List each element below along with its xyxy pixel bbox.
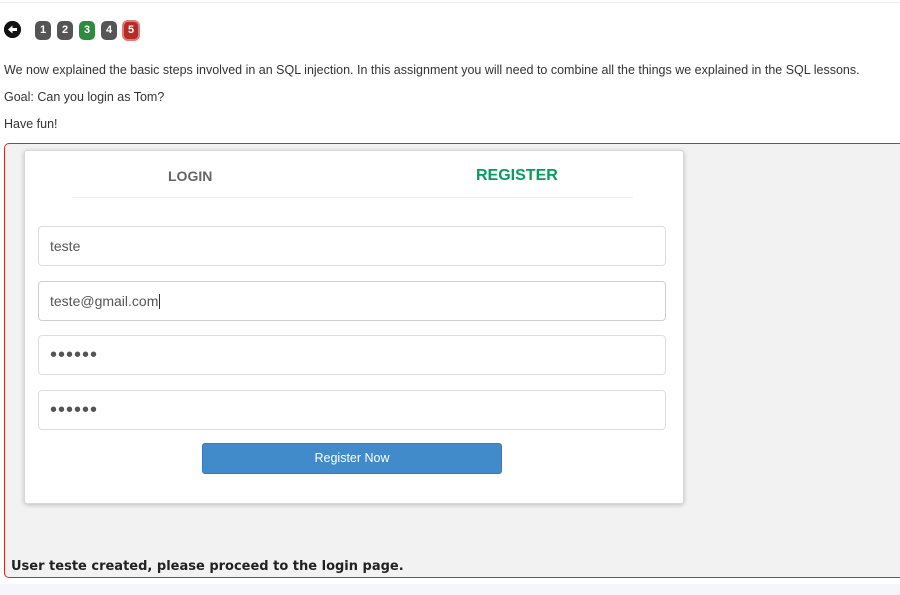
confirm-password-value: ••••••: [50, 399, 99, 421]
top-divider: [0, 2, 900, 3]
page-link-2[interactable]: 2: [57, 21, 73, 40]
attack-container: LOGIN REGISTER teste teste@gmail.com •••…: [4, 143, 900, 578]
bottom-strip: [0, 584, 900, 595]
intro-text: We now explained the basic steps involve…: [4, 63, 860, 77]
page-link-3[interactable]: 3: [79, 21, 95, 40]
tab-register[interactable]: REGISTER: [476, 167, 558, 185]
text-caret: [159, 293, 161, 309]
register-now-button[interactable]: Register Now: [202, 443, 502, 474]
page-link-1[interactable]: 1: [35, 21, 51, 40]
have-fun-text: Have fun!: [4, 117, 58, 131]
username-value: teste: [50, 238, 81, 254]
goal-text: Goal: Can you login as Tom?: [4, 90, 165, 104]
password-value: ••••••: [50, 344, 99, 366]
password-input[interactable]: ••••••: [38, 335, 666, 375]
feedback-message: User teste created, please proceed to th…: [11, 559, 404, 574]
email-input[interactable]: teste@gmail.com: [38, 281, 666, 321]
page-link-4[interactable]: 4: [101, 21, 117, 40]
tab-divider: [73, 197, 633, 198]
back-arrow-icon[interactable]: [4, 21, 21, 38]
tab-login[interactable]: LOGIN: [168, 168, 212, 184]
email-value: teste@gmail.com: [50, 293, 159, 309]
login-register-panel: LOGIN REGISTER teste teste@gmail.com •••…: [24, 150, 684, 504]
username-input[interactable]: teste: [38, 226, 666, 266]
page-link-5[interactable]: 5: [122, 20, 140, 41]
confirm-password-input[interactable]: ••••••: [38, 390, 666, 430]
